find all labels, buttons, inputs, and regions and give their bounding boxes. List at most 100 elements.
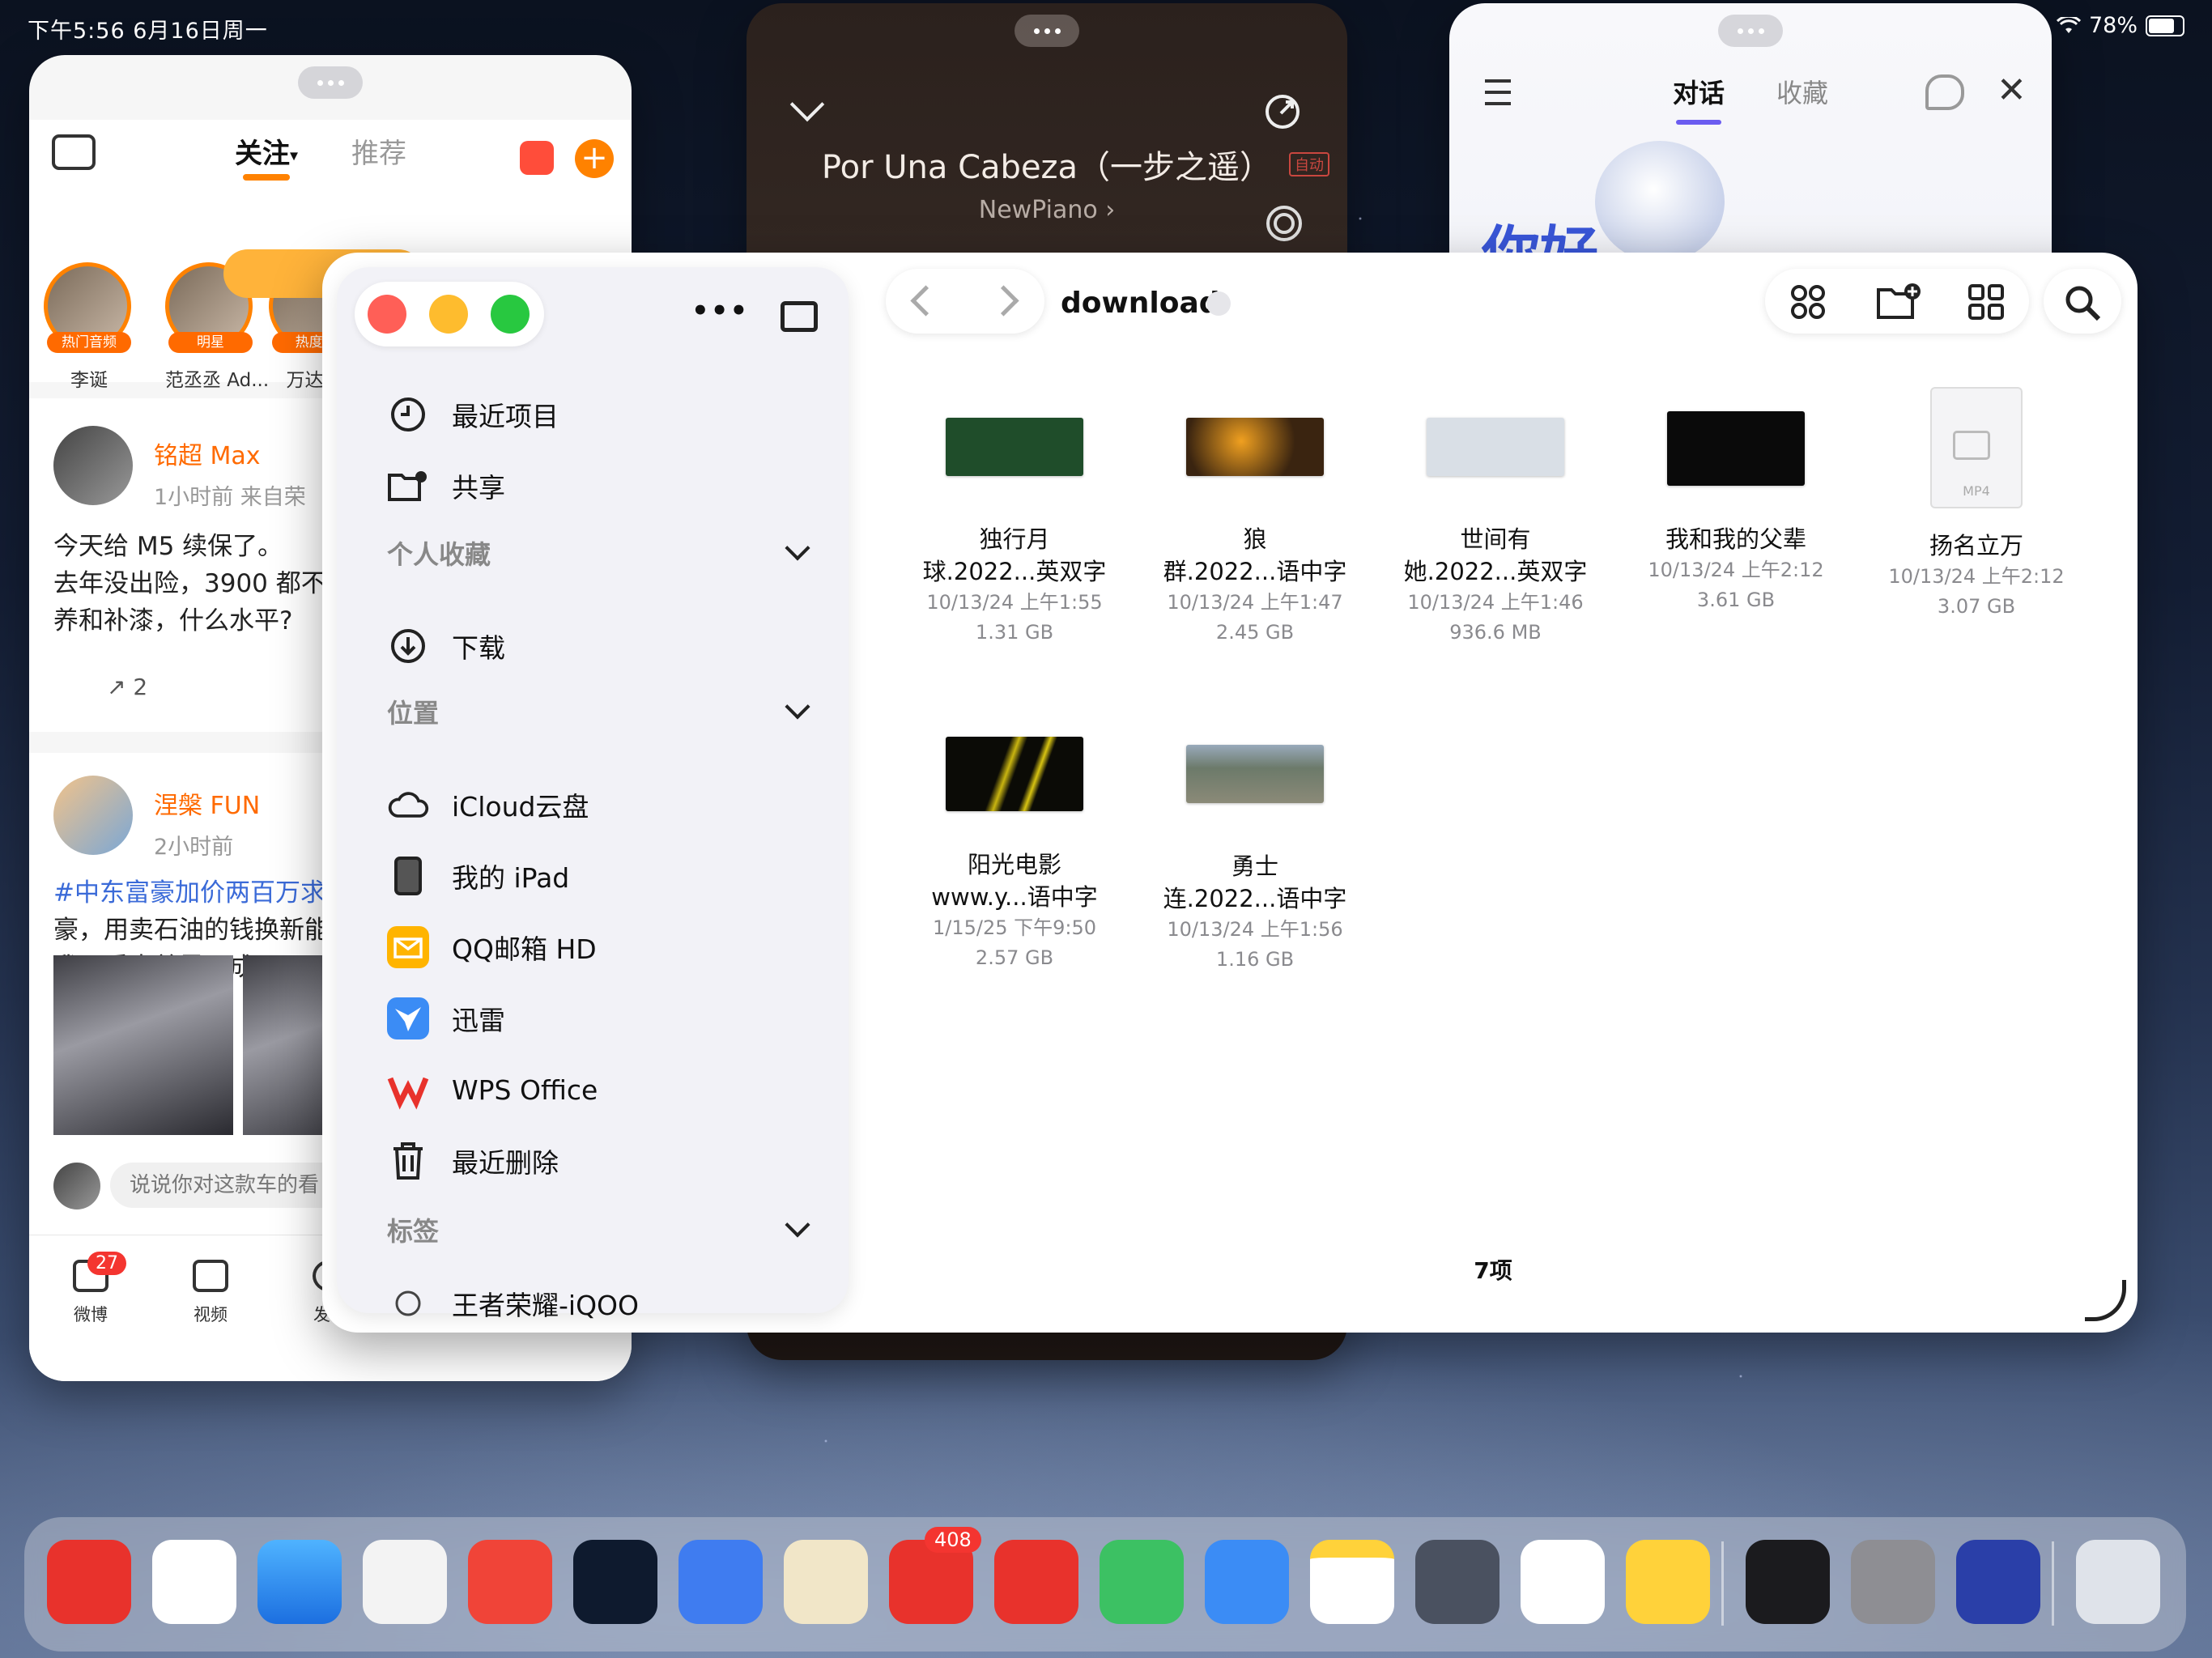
file-item[interactable]: 独行月 球.2022...英双字 10/13/24 上午1:55 1.31 GB [893,418,1136,648]
minimize-window-button[interactable] [429,295,468,334]
file-name: 独行月 球.2022...英双字 [922,525,1107,585]
post-photo[interactable] [53,955,233,1135]
sidebar-item-downloads[interactable]: 下载 [387,622,505,670]
lightroom-app-icon[interactable] [573,1540,657,1624]
post-text: 今天给 M5 续保了。 去年没出险，3900 都不 养和补漆，什么水平? [53,532,326,636]
share-icon[interactable] [1263,92,1302,131]
sidebar-item-xunlei[interactable]: 迅雷 [387,994,505,1043]
chevron-down-icon[interactable] [785,694,810,720]
safari-app-icon[interactable] [257,1540,342,1624]
sidebar-item-wps[interactable]: WPS Office [387,1065,598,1114]
window-grabber[interactable] [1015,15,1079,47]
more-icon[interactable]: ••• [691,295,749,327]
grid-view-icon[interactable] [1967,283,2005,321]
close-icon[interactable]: ✕ [1997,70,2027,111]
notes-pad-app-icon[interactable] [784,1540,868,1624]
repost-button[interactable]: ↗ 2 [107,674,147,700]
post-hashtag[interactable]: #中东富豪加价两百万求 [53,874,325,912]
story-name: 李诞 [70,370,108,391]
weibo-app-icon[interactable] [1626,1540,1710,1624]
close-window-button[interactable] [368,295,406,334]
tab-following[interactable]: 关注▾ [235,131,298,181]
post-author[interactable]: 铭超 Max [154,436,261,471]
files-app-icon[interactable] [1521,1540,1605,1624]
file-item[interactable]: 勇士 连.2022...语中字 10/13/24 上午1:56 1.16 GB [1134,745,1376,975]
song-artist[interactable]: NewPiano › [747,196,1347,224]
file-item[interactable]: MP4 扬名立万 10/13/24 上午2:12 3.07 GB [1855,387,2098,622]
notes-app-icon[interactable] [1310,1540,1394,1624]
resize-handle[interactable] [2085,1280,2126,1321]
video-icon [193,1260,228,1292]
sidebar-item-tag[interactable]: 王者荣耀-iQOO [387,1279,639,1328]
file-item[interactable]: 我和我的父辈 10/13/24 上午2:12 3.61 GB [1614,411,1857,615]
section-header-tags[interactable]: 标签 [387,1211,439,1248]
snapseed-app-icon[interactable] [363,1540,447,1624]
view-options-icon[interactable] [1789,283,1827,321]
sidebar-item-qqmail[interactable]: QQ邮箱 HD [387,923,597,971]
sidebar-toggle-icon[interactable] [781,301,818,332]
tab-recommend[interactable]: 推荐 [351,131,406,171]
chevron-down-icon[interactable] [785,535,810,561]
app-icon[interactable] [994,1540,1078,1624]
window-grabber[interactable] [298,66,363,99]
story-item[interactable]: 热门音频 李诞 [44,262,134,392]
chevron-down-icon[interactable] [1206,291,1231,316]
sidebar-item-recent[interactable]: 最近项目 [387,390,559,439]
sidebar-item-label: 王者荣耀-iQOO [452,1290,639,1321]
post-author[interactable]: 涅槃 FUN [154,785,260,821]
camera-icon[interactable] [52,134,96,170]
tab-chat[interactable]: 对话 [1673,73,1725,125]
app-library-icon[interactable] [2076,1540,2160,1624]
file-date: 10/13/24 上午1:56 [1167,918,1343,941]
sound-effect-icon[interactable] [1265,204,1304,243]
wifi-icon [2056,16,2081,33]
pencil-app-icon[interactable] [678,1540,763,1624]
file-thumbnail [1427,418,1564,476]
avatar[interactable] [53,776,133,855]
stocks-app-icon[interactable] [1746,1540,1830,1624]
settings-app-icon[interactable] [1851,1540,1935,1624]
new-folder-icon[interactable] [1875,282,1924,322]
back-icon[interactable] [910,285,942,317]
app-icon[interactable] [1100,1540,1184,1624]
mail-app-icon[interactable] [1205,1540,1289,1624]
file-thumbnail [1667,411,1805,486]
notification-badge: 27 [87,1252,126,1275]
app-folder-icon[interactable] [1415,1540,1499,1624]
repost-count: 2 [133,674,148,700]
menu-icon[interactable] [1485,79,1511,105]
sidebar-item-recently-deleted[interactable]: 最近删除 [387,1137,559,1185]
sidebar-item-my-ipad[interactable]: 我的 iPad [387,852,569,900]
wps-app-icon[interactable] [152,1540,236,1624]
chevron-down-icon[interactable] [785,1212,810,1238]
section-header-favorites[interactable]: 个人收藏 [387,534,491,572]
sidebar-item-icloud[interactable]: iCloud云盘 [387,780,589,829]
tabbar-item-video[interactable]: 视频 [193,1260,228,1326]
window-grabber[interactable] [1718,15,1783,47]
file-size: 3.61 GB [1696,589,1776,611]
repost-icon: ↗ [107,674,134,700]
item-count: 7项 [1474,1257,1512,1284]
avatar[interactable] [53,426,133,505]
red-packet-icon[interactable] [520,141,554,175]
compose-plus-icon[interactable]: + [575,139,614,178]
sidebar-item-shared[interactable]: 共享 [387,461,505,510]
tab-favorites[interactable]: 收藏 [1776,73,1828,110]
forward-icon[interactable] [988,285,1019,317]
file-item[interactable]: 狼 群.2022...语中字 10/13/24 上午1:47 2.45 GB [1134,418,1376,648]
game-app-icon[interactable] [1956,1540,2040,1624]
new-chat-icon[interactable] [1925,74,1964,110]
file-item[interactable]: 阳光电影 www.y...语中字 1/15/25 下午9:50 2.57 GB [893,737,1136,973]
file-name: 狼 群.2022...语中字 [1163,525,1347,585]
battery-percent: 78% [2088,13,2138,38]
chevron-down-icon[interactable] [789,87,825,122]
path-title[interactable]: download [1061,287,1220,320]
netease-music-app-icon[interactable] [47,1540,131,1624]
zoom-window-button[interactable] [491,295,530,334]
search-icon [2065,286,2101,321]
file-item[interactable]: 世间有 她.2022...英双字 10/13/24 上午1:46 936.6 M… [1374,418,1617,648]
search-button[interactable] [2044,269,2121,334]
section-header-locations[interactable]: 位置 [387,693,439,730]
files-window[interactable]: ••• 最近项目 共享 个人收藏 下载 位置 iCloud云盘 我的 iPad … [322,253,2138,1333]
app-icon[interactable] [468,1540,552,1624]
